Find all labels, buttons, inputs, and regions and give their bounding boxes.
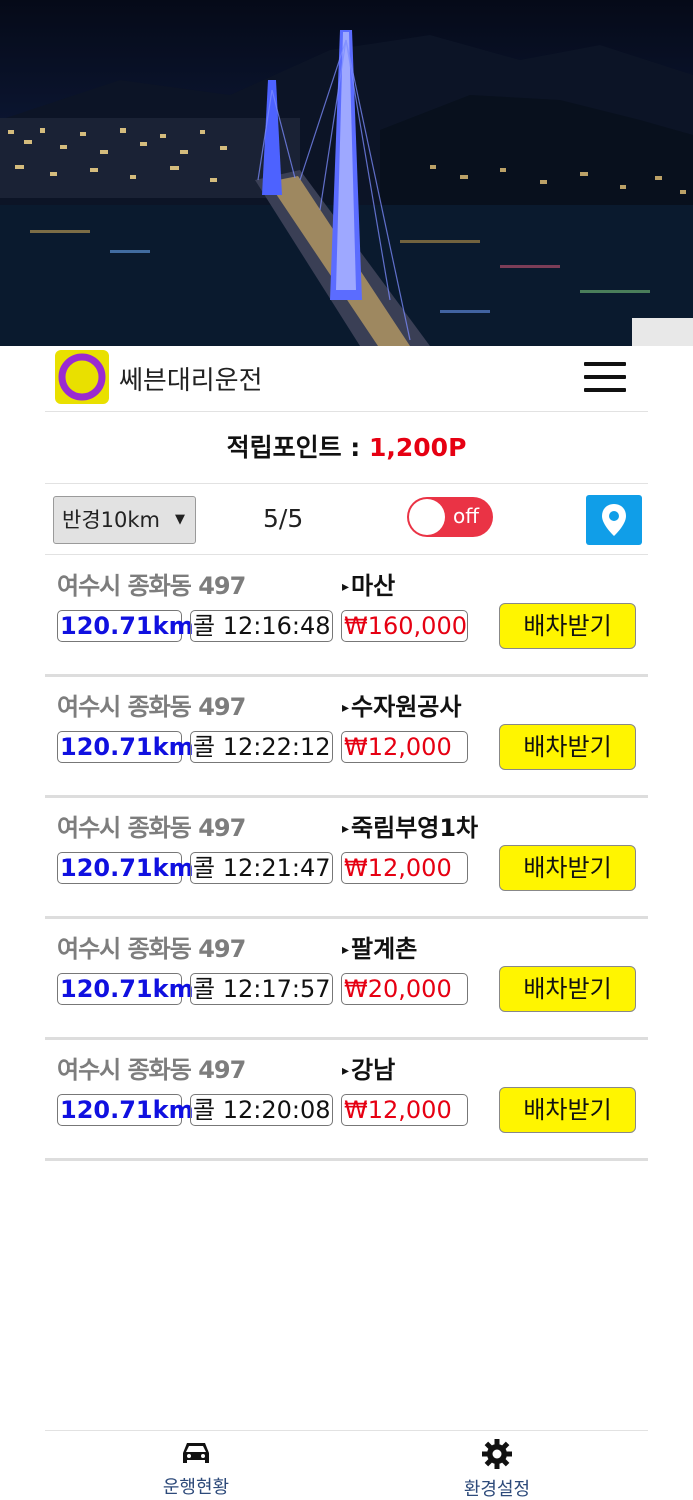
hero-image bbox=[0, 0, 693, 346]
dispatch-button[interactable]: 배차받기 bbox=[499, 845, 636, 891]
call-destination-text: 강남 bbox=[351, 1056, 396, 1084]
call-distance: 120.71km bbox=[57, 610, 194, 642]
nav-label-drive: 운행현황 bbox=[162, 1477, 230, 1498]
call-destination-text: 팔계촌 bbox=[351, 935, 418, 963]
call-time: 콜 12:22:12 bbox=[190, 731, 333, 763]
call-fare: ₩160,000 bbox=[341, 610, 468, 642]
hamburger-menu-icon[interactable] bbox=[584, 362, 626, 392]
toggle-label: off bbox=[453, 504, 480, 528]
call-distance: 120.71km bbox=[57, 973, 194, 1005]
car-icon bbox=[183, 1443, 209, 1463]
call-fare: ₩12,000 bbox=[341, 852, 468, 884]
nav-item-drive-status[interactable]: 운행현황 bbox=[131, 1439, 261, 1500]
call-time: 콜 12:20:08 bbox=[190, 1094, 333, 1126]
arrow-right-icon: ▸ bbox=[342, 1063, 350, 1079]
radius-select-value: 반경10km bbox=[62, 508, 160, 532]
call-destination: ▸죽림부영1차 bbox=[342, 808, 478, 843]
call-origin: 여수시 종화동 497 bbox=[57, 935, 246, 963]
dispatch-button[interactable]: 배차받기 bbox=[499, 724, 636, 770]
seven-logo-icon bbox=[55, 350, 109, 404]
call-item: 여수시 종화동 497 ▸팔계촌 120.71km 콜 12:17:57 ₩20… bbox=[45, 919, 648, 1040]
call-distance: 120.71km bbox=[57, 1094, 194, 1126]
call-destination-text: 죽림부영1차 bbox=[351, 814, 479, 842]
arrow-right-icon: ▸ bbox=[342, 942, 350, 958]
dispatch-button[interactable]: 배차받기 bbox=[499, 603, 636, 649]
nav-item-settings[interactable]: 환경설정 bbox=[432, 1439, 562, 1500]
call-distance: 120.71km bbox=[57, 731, 194, 763]
call-item: 여수시 종화동 497 ▸죽림부영1차 120.71km 콜 12:21:47 … bbox=[45, 798, 648, 919]
auto-dispatch-toggle[interactable]: off bbox=[407, 497, 493, 537]
app-header: 쎄븐대리운전 bbox=[45, 346, 648, 412]
call-fare: ₩12,000 bbox=[341, 731, 468, 763]
radius-select[interactable]: 반경10km ▼ bbox=[53, 496, 196, 544]
call-destination-text: 수자원공사 bbox=[351, 693, 462, 721]
arrow-right-icon: ▸ bbox=[342, 700, 350, 716]
accumulated-points: 적립포인트 : 1,200P bbox=[45, 412, 648, 484]
call-fare: ₩12,000 bbox=[341, 1094, 468, 1126]
call-destination: ▸팔계촌 bbox=[342, 929, 417, 964]
toggle-knob bbox=[409, 499, 445, 535]
call-origin: 여수시 종화동 497 bbox=[57, 693, 246, 721]
call-origin: 여수시 종화동 497 bbox=[57, 1056, 246, 1084]
call-item: 여수시 종화동 497 ▸강남 120.71km 콜 12:20:08 ₩12,… bbox=[45, 1040, 648, 1161]
call-origin: 여수시 종화동 497 bbox=[57, 572, 246, 600]
call-fare: ₩20,000 bbox=[341, 973, 468, 1005]
points-label: 적립포인트 : bbox=[226, 433, 361, 462]
nav-label-settings: 환경설정 bbox=[463, 1479, 531, 1500]
bottom-nav: 운행현황 환경설정 bbox=[45, 1430, 648, 1500]
night-bridge-illustration bbox=[0, 30, 693, 346]
dispatch-button[interactable]: 배차받기 bbox=[499, 966, 636, 1012]
call-item: 여수시 종화동 497 ▸수자원공사 120.71km 콜 12:22:12 ₩… bbox=[45, 677, 648, 798]
arrow-right-icon: ▸ bbox=[342, 821, 350, 837]
app-title: 쎄븐대리운전 bbox=[119, 366, 263, 396]
call-distance: 120.71km bbox=[57, 852, 194, 884]
map-button[interactable] bbox=[586, 495, 642, 545]
call-time: 콜 12:17:57 bbox=[190, 973, 333, 1005]
call-list: 여수시 종화동 497 ▸마산 120.71km 콜 12:16:48 ₩160… bbox=[45, 556, 648, 1161]
filter-bar: 반경10km ▼ 5/5 off bbox=[45, 485, 648, 555]
call-destination-text: 마산 bbox=[351, 572, 396, 600]
arrow-right-icon: ▸ bbox=[342, 579, 350, 595]
points-value: 1,200P bbox=[369, 433, 467, 462]
call-origin: 여수시 종화동 497 bbox=[57, 814, 246, 842]
call-destination: ▸수자원공사 bbox=[342, 687, 461, 722]
call-time: 콜 12:21:47 bbox=[190, 852, 333, 884]
call-destination: ▸마산 bbox=[342, 566, 395, 601]
call-destination: ▸강남 bbox=[342, 1050, 395, 1085]
gear-icon bbox=[482, 1439, 512, 1469]
dispatch-button[interactable]: 배차받기 bbox=[499, 1087, 636, 1133]
caret-down-icon: ▼ bbox=[175, 512, 185, 527]
call-time: 콜 12:16:48 bbox=[190, 610, 333, 642]
call-item: 여수시 종화동 497 ▸마산 120.71km 콜 12:16:48 ₩160… bbox=[45, 556, 648, 677]
call-count: 5/5 bbox=[263, 504, 304, 533]
location-pin-icon bbox=[602, 504, 626, 536]
